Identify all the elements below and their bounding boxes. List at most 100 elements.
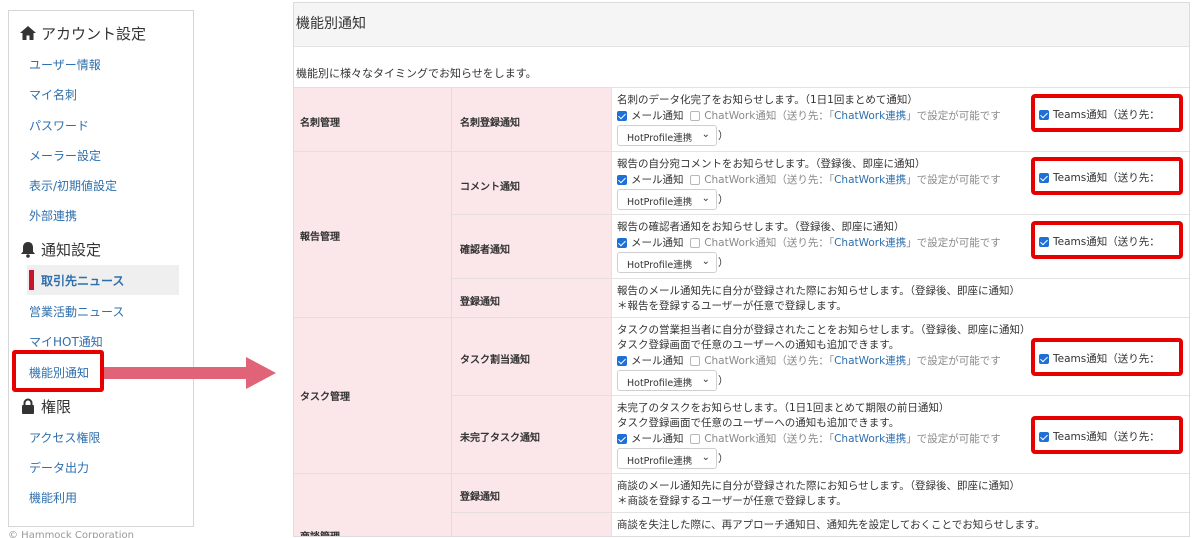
teams-checkbox[interactable] xyxy=(1039,172,1049,183)
select-value: HotProfile連携 xyxy=(627,378,693,389)
mail-checkbox[interactable] xyxy=(617,110,627,121)
teams-checkbox[interactable] xyxy=(1039,109,1049,120)
mail-label: メール通知 xyxy=(631,433,684,445)
sidebar-item-feature-use[interactable]: 機能利用 xyxy=(29,489,77,506)
row-description-note: タスク登録画面で任意のユーザーへの通知も追加できます。 xyxy=(617,417,900,429)
teams-checkbox[interactable] xyxy=(1039,431,1049,442)
category-label: 商談管理 xyxy=(300,528,340,536)
sidebar-item-client-news-label: 取引先ニュース xyxy=(41,274,125,288)
mail-checkbox[interactable] xyxy=(617,174,627,185)
sidebar-item-external-link[interactable]: 外部連携 xyxy=(29,207,77,224)
chatwork-checkbox[interactable] xyxy=(690,237,701,248)
row-description-note: ＊報告を登録するユーザーが任意で登録します。 xyxy=(617,300,847,312)
account-settings-heading: アカウント設定 xyxy=(19,22,146,44)
teams-checkbox[interactable] xyxy=(1039,236,1049,247)
hotprofile-select[interactable]: HotProfile連携 ⌄ xyxy=(617,252,717,273)
sidebar-item-client-news[interactable]: 取引先ニュース xyxy=(27,265,179,295)
row-description: 報告の自分宛コメントをお知らせします。（登録後、即座に通知） xyxy=(617,158,926,170)
teams-option: Teams通知（送り先： xyxy=(1039,429,1160,444)
chatwork-label: ChatWork通知（送り先：「 xyxy=(704,355,835,367)
options-line: メール通知 ChatWork通知（送り先：「 ChatWork連携 」で設定が可能で… xyxy=(617,353,1001,368)
hotprofile-select[interactable]: HotProfile連携 ⌄ xyxy=(617,125,717,146)
account-settings-label: アカウント設定 xyxy=(41,24,147,43)
hotprofile-select[interactable]: HotProfile連携 ⌄ xyxy=(617,370,717,391)
sidebar-item-mailer[interactable]: メーラー設定 xyxy=(29,147,101,164)
chatwork-label: ChatWork通知（送り先：「 xyxy=(704,433,835,445)
feature-notify-highlight xyxy=(12,350,104,392)
row-description: 名刺のデータ化完了をお知らせします。（1日1回まとめて通知） xyxy=(617,94,918,106)
options-line: メール通知 ChatWork通知（送り先：「 ChatWork連携 」で設定が可能で… xyxy=(617,108,1001,123)
sub-confirmer: 確認者通知 xyxy=(451,214,611,278)
teams-label: Teams通知（送り先： xyxy=(1053,109,1160,121)
sidebar-item-my-card[interactable]: マイ名刺 xyxy=(29,86,77,103)
chevron-down-icon: ⌄ xyxy=(701,193,710,204)
select-value: HotProfile連携 xyxy=(627,456,693,467)
mail-label: メール通知 xyxy=(631,110,684,122)
row-deal-reapproach: 商談を失注した際に、再アプローチ通知日、通知先を設定しておくことでお知らせします… xyxy=(611,512,1189,536)
mail-label: メール通知 xyxy=(631,237,684,249)
mail-checkbox[interactable] xyxy=(617,433,627,444)
sidebar-item-my-hot[interactable]: マイHOT通知 xyxy=(29,333,103,350)
chatwork-label: ChatWork通知（送り先：「 xyxy=(704,237,835,249)
teams-option: Teams通知（送り先： xyxy=(1039,107,1160,122)
sub-deal-reapproach xyxy=(451,512,611,536)
sub-card-registration: 名刺登録通知 xyxy=(451,87,611,151)
chatwork-label: ChatWork通知（送り先：「 xyxy=(704,174,835,186)
settings-sidebar: アカウント設定 ユーザー情報 マイ名刺 パスワード メーラー設定 表示/初期値設… xyxy=(8,10,194,527)
permission-heading: 権限 xyxy=(19,395,71,417)
sidebar-item-user-info[interactable]: ユーザー情報 xyxy=(29,56,101,73)
select-value: HotProfile連携 xyxy=(627,260,693,271)
chatwork-link[interactable]: ChatWork連携 xyxy=(834,431,906,446)
chatwork-label: ChatWork通知（送り先：「 xyxy=(704,110,835,122)
row-description: 報告のメール通知先に自分が登録された際にお知らせします。（登録後、即座に通知） xyxy=(617,285,1020,297)
chatwork-checkbox[interactable] xyxy=(690,433,701,444)
mail-checkbox[interactable] xyxy=(617,355,627,366)
permission-label: 権限 xyxy=(41,397,72,416)
chatwork-checkbox[interactable] xyxy=(690,110,701,121)
sidebar-item-password[interactable]: パスワード xyxy=(29,117,89,134)
active-indicator xyxy=(29,270,34,290)
mail-checkbox[interactable] xyxy=(617,237,627,248)
sub-deal-registration: 登録通知 xyxy=(451,473,611,512)
sub-label: 登録通知 xyxy=(460,492,500,503)
teams-highlight-box: Teams通知（送り先： xyxy=(1031,416,1183,454)
sub-label: 名刺登録通知 xyxy=(460,118,520,129)
chatwork-note: 」で設定が可能です xyxy=(906,174,1001,186)
sub-label: コメント通知 xyxy=(460,182,520,193)
category-label: タスク管理 xyxy=(300,392,350,403)
chatwork-checkbox[interactable] xyxy=(690,174,701,185)
sidebar-item-data-export[interactable]: データ出力 xyxy=(29,459,89,476)
sidebar-item-sales-news[interactable]: 営業活動ニュース xyxy=(29,303,124,320)
chatwork-link[interactable]: ChatWork連携 xyxy=(834,108,906,123)
home-icon xyxy=(19,24,37,42)
row-description: 商談を失注した際に、再アプローチ通知日、通知先を設定しておくことでお知らせします… xyxy=(617,519,1045,531)
chatwork-checkbox[interactable] xyxy=(690,355,701,366)
lock-icon xyxy=(19,397,37,415)
sub-incomplete-task: 未完了タスク通知 xyxy=(451,395,611,473)
row-description-note: タスク登録画面で任意のユーザーへの通知も追加できます。 xyxy=(617,339,900,351)
sidebar-item-access[interactable]: アクセス権限 xyxy=(29,429,100,446)
row-description: 報告の確認者通知をお知らせします。（登録後、即座に通知） xyxy=(617,221,905,233)
teams-label: Teams通知（送り先： xyxy=(1053,172,1160,184)
chatwork-link[interactable]: ChatWork連携 xyxy=(834,172,906,187)
category-label: 報告管理 xyxy=(300,232,340,243)
teams-highlight-box: Teams通知（送り先： xyxy=(1031,221,1183,259)
callout-arrow-shaft xyxy=(104,367,250,379)
sub-label: 未完了タスク通知 xyxy=(460,433,540,444)
chatwork-link[interactable]: ChatWork連携 xyxy=(834,353,906,368)
teams-checkbox[interactable] xyxy=(1039,353,1049,364)
teams-label: Teams通知（送り先： xyxy=(1053,353,1160,365)
chatwork-note: 」で設定が可能です xyxy=(906,110,1001,122)
chatwork-link[interactable]: ChatWork連携 xyxy=(834,235,906,250)
sub-label: 登録通知 xyxy=(460,297,500,308)
mail-label: メール通知 xyxy=(631,355,684,367)
panel-title: 機能別通知 xyxy=(294,3,1189,47)
hotprofile-select[interactable]: HotProfile連携 ⌄ xyxy=(617,189,717,210)
sidebar-item-display-defaults[interactable]: 表示/初期値設定 xyxy=(29,177,117,194)
copyright-footer: © Hammock Corporation xyxy=(8,530,134,538)
hotprofile-select[interactable]: HotProfile連携 ⌄ xyxy=(617,448,717,469)
row-report-registration: 報告のメール通知先に自分が登録された際にお知らせします。（登録後、即座に通知） … xyxy=(611,278,1189,317)
teams-option: Teams通知（送り先： xyxy=(1039,351,1160,366)
notification-settings-label: 通知設定 xyxy=(41,240,102,259)
close-paren: ） xyxy=(718,375,729,387)
